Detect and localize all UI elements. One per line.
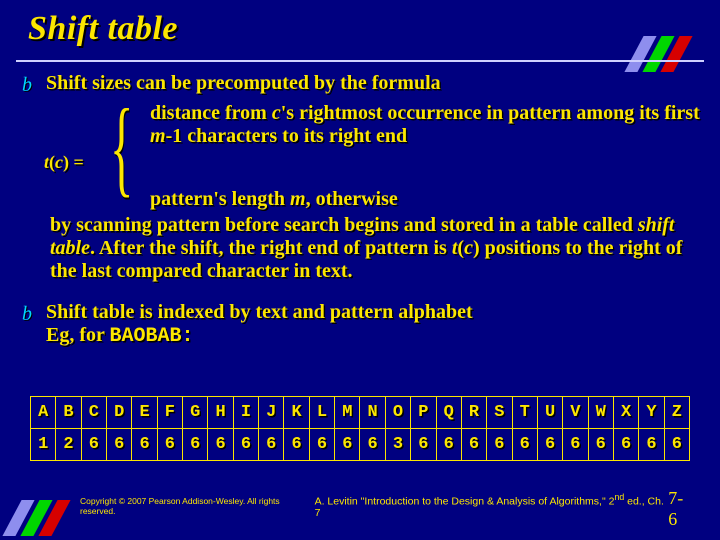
table-header-cell: T [512,397,537,429]
formula-case-2: pattern's length m, otherwise [150,188,702,211]
bullet2-line-b-pre: Eg, for [46,324,110,346]
case1-mid: 's rightmost occurrence in pattern among… [281,102,700,124]
citation-pre: A. Levitin "Introduction to the Design &… [315,495,615,507]
shift-table: ABCDEFGHIJKLMNOPQRSTUVWXYZ 1266666666666… [30,396,690,461]
case2-post: , otherwise [306,188,398,210]
case1-m: m [150,125,166,147]
after-mid1: . After the shift, the right end of patt… [90,237,452,259]
bullet-2-text: Shift table is indexed by text and patte… [46,301,473,348]
case1-pre: distance from [150,102,272,124]
citation-sup: nd [614,492,624,502]
formula-block: t(c) = { distance from c's rightmost occ… [44,100,702,214]
formula-case-1: distance from c's rightmost occurrence i… [150,102,702,148]
after-close: ) [473,237,480,259]
table-value-cell: 6 [664,429,689,461]
bullet2-line-a: Shift table is indexed by text and patte… [46,301,473,323]
table-value-cell: 6 [639,429,664,461]
table-header-cell: Q [436,397,461,429]
content-area: b Shift sizes can be precomputed by the … [18,72,702,352]
title-rule [16,60,704,62]
table-value-cell: 6 [284,429,309,461]
table-value-cell: 3 [385,429,410,461]
table-value-cell: 6 [613,429,638,461]
case1-c: c [272,102,281,124]
table-header-cell: V [563,397,588,429]
bullet-2: b Shift table is indexed by text and pat… [18,301,702,348]
table-value-cell: 6 [411,429,436,461]
table-value-cell: 6 [107,429,132,461]
accent-bars-top [634,36,692,72]
bullet-icon: b [18,74,36,96]
table-value-cell: 2 [56,429,81,461]
table-header-cell: Z [664,397,689,429]
table-header-cell: I [233,397,258,429]
table-value-cell: 6 [233,429,258,461]
t-of-c-c: c [55,152,63,172]
table-value-cell: 6 [537,429,562,461]
table-header-cell: D [107,397,132,429]
table-value-cell: 1 [31,429,56,461]
table-value-cell: 6 [360,429,385,461]
table-header-cell: M [335,397,360,429]
table-header-cell: P [411,397,436,429]
after-formula-text: by scanning pattern before search begins… [50,214,702,283]
table-header-cell: R [461,397,486,429]
page-number: 7-6 [668,488,692,530]
table-value-cell: 6 [157,429,182,461]
bullet2-line-b-mono: BAOBAB: [110,325,194,348]
case2-m: m [290,188,306,210]
table-header-cell: F [157,397,182,429]
table-header-cell: Y [639,397,664,429]
bullet-1-intro: Shift sizes can be precomputed by the fo… [46,72,441,95]
table-value-cell: 6 [81,429,106,461]
brace-icon: { [110,100,133,196]
table-header-cell: J [259,397,284,429]
copyright-text: Copyright © 2007 Pearson Addison-Wesley.… [80,496,315,516]
table-header-cell: X [613,397,638,429]
table-value-cell: 6 [461,429,486,461]
table-value-cell: 6 [588,429,613,461]
table-header-cell: W [588,397,613,429]
table-header-cell: N [360,397,385,429]
table-header-cell: O [385,397,410,429]
after-pre: by scanning pattern before search begins… [50,214,638,236]
case1-post: -1 characters to its right end [166,125,408,147]
table-value-cell: 6 [335,429,360,461]
after-c: c [464,237,473,259]
table-value-cell: 6 [208,429,233,461]
table-value-cell: 6 [132,429,157,461]
accent-bars-bottom [12,500,70,536]
table-header-cell: L [309,397,334,429]
table-value-cell: 6 [309,429,334,461]
citation-text: A. Levitin "Introduction to the Design &… [315,492,669,520]
footer: Copyright © 2007 Pearson Addison-Wesley.… [80,488,692,530]
table-header-cell: S [487,397,512,429]
case2-pre: pattern's length [150,188,290,210]
table-value-cell: 6 [183,429,208,461]
table-header-cell: E [132,397,157,429]
t-of-c: t(c) = [44,152,84,173]
table-header-cell: H [208,397,233,429]
table-header-row: ABCDEFGHIJKLMNOPQRSTUVWXYZ [31,397,690,429]
table-header-cell: C [81,397,106,429]
table-value-cell: 6 [563,429,588,461]
table-value-cell: 6 [436,429,461,461]
slide: Shift table b Shift sizes can be precomp… [0,0,720,540]
table-value-row: 12666666666666366666666666 [31,429,690,461]
table-header-cell: B [56,397,81,429]
table-value-cell: 6 [259,429,284,461]
table-header-cell: K [284,397,309,429]
t-of-c-close: ) = [63,152,84,172]
slide-title: Shift table [28,10,178,48]
table-header-cell: G [183,397,208,429]
bullet-icon: b [18,303,36,325]
table-header-cell: A [31,397,56,429]
table-header-cell: U [537,397,562,429]
table-value-cell: 6 [512,429,537,461]
table-value-cell: 6 [487,429,512,461]
shift-table-table: ABCDEFGHIJKLMNOPQRSTUVWXYZ 1266666666666… [30,396,690,461]
